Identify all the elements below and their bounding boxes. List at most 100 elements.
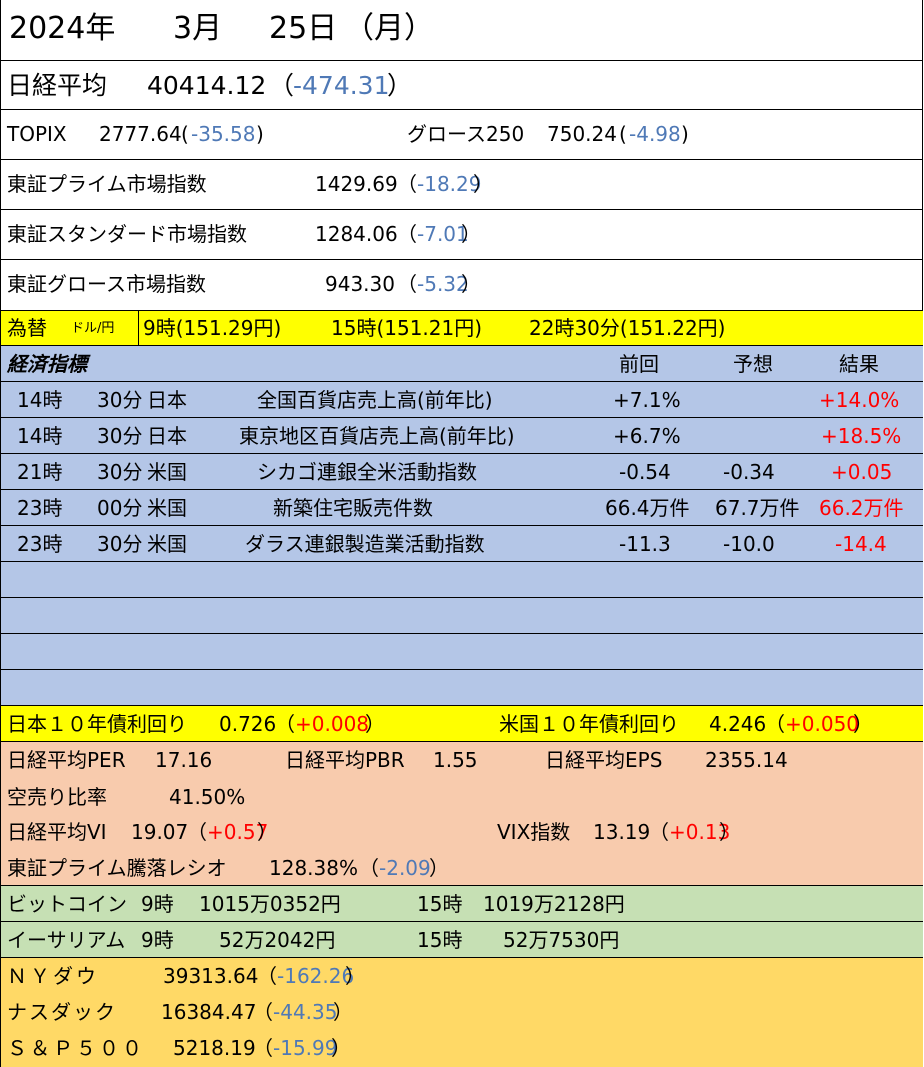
bonds-row: 日本１０年債利回り 0.726 （ +0.008 ） 米国１０年債利回り 4.2…	[1, 706, 923, 742]
growth250-open: (	[619, 122, 627, 146]
us-bond-label: 米国１０年債利回り	[499, 712, 679, 736]
jp-bond-open: （	[275, 712, 295, 736]
btc-time-2: 15時	[417, 892, 463, 916]
econ-indicator: ダラス連銀製造業活動指数	[245, 532, 485, 556]
eps-label: 日経平均EPS	[545, 748, 663, 772]
jp-bond-change: +0.008	[295, 712, 370, 736]
econ-empty-row	[1, 598, 923, 634]
sp500-change: -15.99	[273, 1036, 338, 1060]
topix-label: TOPIX	[7, 122, 67, 146]
econ-empty-row	[1, 562, 923, 598]
btc-value-1: 1015万0352円	[199, 892, 341, 916]
eth-row: イーサリアム 9時 52万2042円 15時 52万7530円	[1, 922, 923, 958]
pbr-label: 日経平均PBR	[285, 748, 405, 772]
econ-hour: 23時	[17, 496, 63, 520]
eth-time-2: 15時	[417, 928, 463, 952]
adr-value: 128.38%	[269, 856, 358, 880]
econ-row: 23時 30分 米国 ダラス連銀製造業活動指数 -11.3 -10.0 -14.…	[1, 526, 923, 562]
econ-hour: 14時	[17, 424, 63, 448]
topix-open: (	[181, 122, 189, 146]
eth-value-1: 52万2042円	[219, 928, 336, 952]
standard-close: ）	[461, 222, 481, 246]
date-day: 25日	[269, 11, 338, 46]
econ-title: 経済指標	[7, 352, 87, 376]
econ-result: 66.2万件	[819, 496, 904, 520]
short-ratio-label: 空売り比率	[7, 785, 107, 809]
econ-hour: 23時	[17, 532, 63, 556]
growth-index-row: 東証グロース市場指数 943.30 （ -5.32 ）	[1, 260, 923, 311]
econ-row: 21時 30分 米国 シカゴ連銀全米活動指数 -0.54 -0.34 +0.05	[1, 454, 923, 490]
adr-close: ）	[429, 856, 449, 880]
eps-value: 2355.14	[705, 748, 788, 772]
econ-minute: 00分	[97, 496, 143, 520]
vix-open: （	[649, 820, 669, 844]
nikkei-change: -474.31	[293, 71, 390, 100]
econ-row: 14時 30分 日本 全国百貨店売上高(前年比) +7.1% +14.0%	[1, 382, 923, 418]
eth-label: イーサリアム	[7, 928, 126, 952]
prime-change: -18.29	[417, 172, 482, 196]
econ-prev: +7.1%	[613, 388, 681, 412]
econ-minute: 30分	[97, 424, 143, 448]
pbr-value: 1.55	[433, 748, 478, 772]
econ-country: 米国	[147, 532, 187, 556]
date-month: 3月	[173, 11, 223, 46]
econ-header-result: 結果	[839, 352, 879, 376]
econ-hour: 21時	[17, 460, 63, 484]
fx-time-1: 9時(151.29円)	[143, 316, 282, 340]
per-label: 日経平均PER	[7, 748, 126, 772]
econ-forecast: -0.34	[723, 460, 775, 484]
econ-indicator: 新築住宅販売件数	[273, 496, 433, 520]
vi-value: 19.07	[131, 820, 189, 844]
per-value: 17.16	[155, 748, 213, 772]
econ-indicator: シカゴ連銀全米活動指数	[257, 460, 477, 484]
sp500-open: （	[253, 1036, 273, 1060]
nasdaq-change: -44.35	[273, 1000, 338, 1024]
us-bond-value: 4.246	[709, 712, 767, 736]
nikkei-close: ）	[387, 71, 413, 100]
nikkei-row: 日経平均 40414.12 （ -474.31 ）	[1, 61, 923, 110]
econ-prev: -11.3	[619, 532, 671, 556]
prime-close: ）	[473, 172, 493, 196]
prime-row: 東証プライム市場指数 1429.69 （ -18.29 ）	[1, 160, 923, 210]
us-indices-block: ＮＹダウ 39313.64 （ -162.26 ） ナスダック 16384.47…	[1, 958, 923, 1067]
prime-label: 東証プライム市場指数	[7, 172, 207, 196]
dow-open: （	[257, 964, 277, 988]
nasdaq-open: （	[253, 1000, 273, 1024]
vi-label: 日経平均VI	[7, 820, 107, 844]
topix-value: 2777.64	[99, 122, 182, 146]
growth250-label: グロース250	[407, 122, 525, 146]
vix-label: VIX指数	[497, 820, 571, 844]
growth-index-value: 943.30	[325, 272, 395, 296]
standard-label: 東証スタンダード市場指数	[7, 222, 247, 246]
econ-indicator: 全国百貨店売上高(前年比)	[257, 388, 493, 412]
econ-country: 米国	[147, 496, 187, 520]
fx-time-3: 22時30分(151.22円)	[529, 316, 726, 340]
econ-header-forecast: 予想	[733, 352, 773, 376]
econ-empty-row	[1, 670, 923, 706]
market-summary-sheet: 2024年 3月 25日 （月） 日経平均 40414.12 （ -474.31…	[0, 0, 923, 1067]
standard-open: （	[397, 222, 417, 246]
short-ratio-value: 41.50%	[169, 785, 246, 809]
nikkei-value: 40414.12	[147, 71, 267, 100]
nasdaq-value: 16384.47	[161, 1000, 257, 1024]
dow-change: -162.26	[277, 964, 355, 988]
btc-row: ビットコイン 9時 1015万0352円 15時 1019万2128円	[1, 886, 923, 922]
vi-open: （	[187, 820, 207, 844]
econ-hour: 14時	[17, 388, 63, 412]
adr-change: -2.09	[379, 856, 431, 880]
econ-result: +14.0%	[819, 388, 900, 412]
growth-index-close: ）	[461, 272, 481, 296]
us-bond-change: +0.050	[785, 712, 860, 736]
jp-bond-close: ）	[365, 712, 385, 736]
econ-prev: +6.7%	[613, 424, 681, 448]
topix-change: -35.58	[191, 122, 256, 146]
adr-label: 東証プライム騰落レシオ	[7, 856, 227, 880]
sp500-value: 5218.19	[173, 1036, 256, 1060]
econ-row: 23時 00分 米国 新築住宅販売件数 66.4万件 67.7万件 66.2万件	[1, 490, 923, 526]
econ-country: 日本	[147, 424, 187, 448]
econ-prev: 66.4万件	[605, 496, 690, 520]
growth-index-label: 東証グロース市場指数	[7, 272, 206, 296]
growth250-close: )	[681, 122, 689, 146]
nasdaq-close: ）	[333, 1000, 353, 1024]
date-weekday: （月）	[344, 11, 434, 46]
